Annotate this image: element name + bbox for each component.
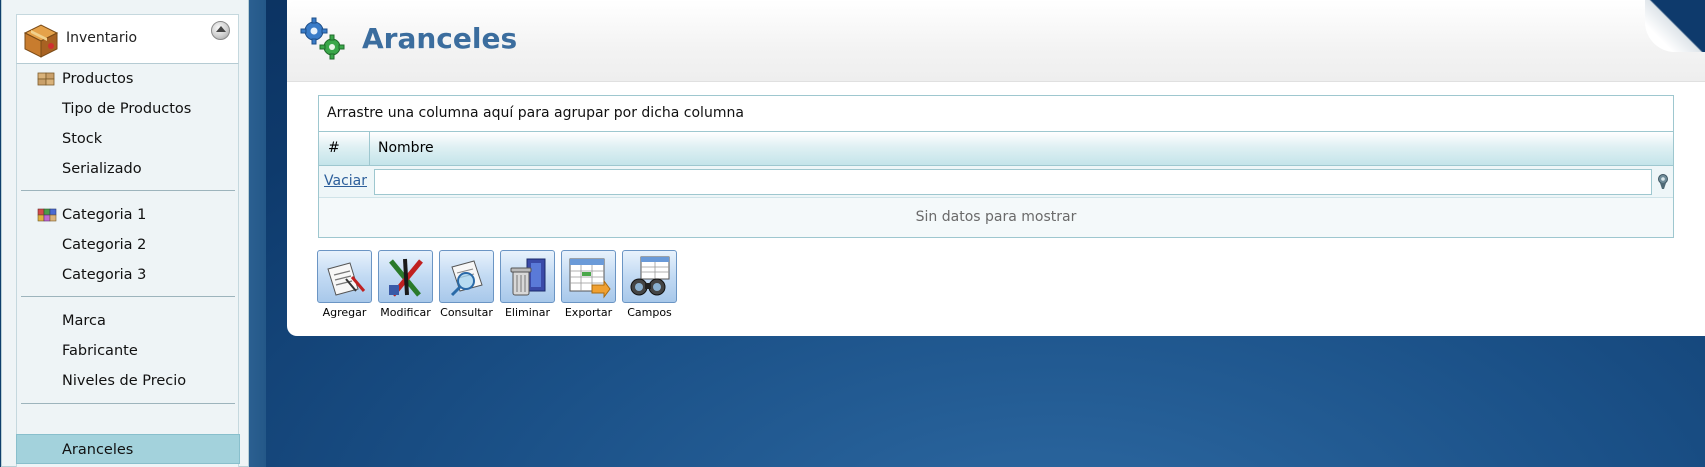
add-document-icon: [327, 262, 366, 296]
delete-button[interactable]: Eliminar: [500, 250, 555, 320]
sidebar-menu: Productos Tipo de Productos Stock Serial…: [16, 64, 240, 467]
collapse-icon[interactable]: [211, 21, 230, 40]
sidebar-item-niveles-de-precio[interactable]: Niveles de Precio: [17, 366, 240, 396]
sidebar-item-marca[interactable]: Marca: [17, 306, 240, 336]
page-header: Aranceles: [287, 0, 1705, 82]
inventory-box-icon: [23, 24, 59, 58]
add-button[interactable]: Agregar: [317, 250, 372, 320]
sidebar-item-label: Stock: [62, 131, 103, 147]
grid-header-row: # Nombre: [319, 132, 1673, 166]
sidebar-divider: [21, 296, 235, 297]
sidebar-item-label: Categoria 1: [62, 207, 147, 223]
sidebar-item-label: Marca: [62, 313, 106, 329]
sidebar-header-title: Inventario: [66, 30, 138, 46]
sidebar-item-tipo-de-productos[interactable]: Tipo de Productos: [17, 94, 240, 124]
colored-boxes-icon: [37, 208, 57, 222]
sidebar-item-categoria-2[interactable]: Categoria 2: [17, 230, 240, 260]
search-document-icon: [450, 260, 483, 297]
modify-button[interactable]: Modificar: [378, 250, 433, 320]
edit-pencils-icon: [389, 258, 423, 297]
gears-icon: [300, 17, 345, 60]
sidebar-item-categoria-3[interactable]: Categoria 3: [17, 260, 240, 290]
empty-data-message: Sin datos para mostrar: [319, 198, 1673, 237]
fields-button[interactable]: Campos: [622, 250, 677, 320]
export-button[interactable]: Exportar: [561, 250, 616, 320]
sidebar-item-label: Categoria 3: [62, 267, 147, 283]
sidebar: Inventario Productos Tipo de Productos S…: [1, 0, 249, 467]
sidebar-item-productos[interactable]: Productos: [17, 64, 240, 94]
add-button-label: Agregar: [322, 306, 367, 319]
sidebar-item-aranceles[interactable]: Aranceles: [16, 434, 240, 464]
consult-button[interactable]: Consultar: [439, 250, 494, 320]
column-header-number[interactable]: #: [319, 132, 370, 165]
consult-button-label: Consultar: [440, 306, 493, 319]
sidebar-item-label: Tipo de Productos: [62, 101, 192, 117]
delete-button-label: Eliminar: [504, 306, 551, 319]
binoculars-icon: [630, 256, 670, 296]
trash-icon: [510, 258, 546, 296]
sidebar-item-label: Categoria 2: [62, 237, 147, 253]
grid-filter-row: Vaciar: [319, 166, 1673, 198]
nombre-filter-input[interactable]: [374, 169, 1652, 195]
sidebar-divider: [21, 403, 235, 404]
filter-icon[interactable]: [1656, 174, 1670, 190]
sidebar-item-categoria-1[interactable]: Categoria 1: [17, 200, 240, 230]
fields-button-label: Campos: [627, 306, 672, 319]
export-button-label: Exportar: [564, 306, 613, 319]
sidebar-item-fabricante[interactable]: Fabricante: [17, 336, 240, 366]
data-grid: Arrastre una columna aquí para agrupar p…: [318, 95, 1674, 238]
sidebar-item-label: Aranceles: [62, 442, 134, 458]
group-by-panel[interactable]: Arrastre una columna aquí para agrupar p…: [319, 96, 1673, 132]
main-content: Aranceles Arrastre una columna aquí para…: [287, 0, 1705, 336]
sidebar-item-label: Niveles de Precio: [62, 373, 187, 389]
sidebar-item-label: Fabricante: [62, 343, 138, 359]
export-spreadsheet-icon: [569, 258, 611, 299]
sidebar-item-serializado[interactable]: Serializado: [17, 154, 240, 184]
modify-button-label: Modificar: [380, 306, 431, 319]
sidebar-item-label: Productos: [62, 71, 134, 87]
boxes-icon: [37, 72, 55, 86]
sidebar-item-label: Serializado: [62, 161, 142, 177]
sidebar-divider: [21, 190, 235, 191]
page-curl-decoration: [1645, 0, 1705, 52]
sidebar-header[interactable]: Inventario: [16, 14, 239, 64]
sidebar-item-stock[interactable]: Stock: [17, 124, 240, 154]
clear-filter-link[interactable]: Vaciar: [324, 173, 367, 189]
column-header-nombre[interactable]: Nombre: [370, 132, 442, 165]
page-title: Aranceles: [362, 22, 518, 55]
